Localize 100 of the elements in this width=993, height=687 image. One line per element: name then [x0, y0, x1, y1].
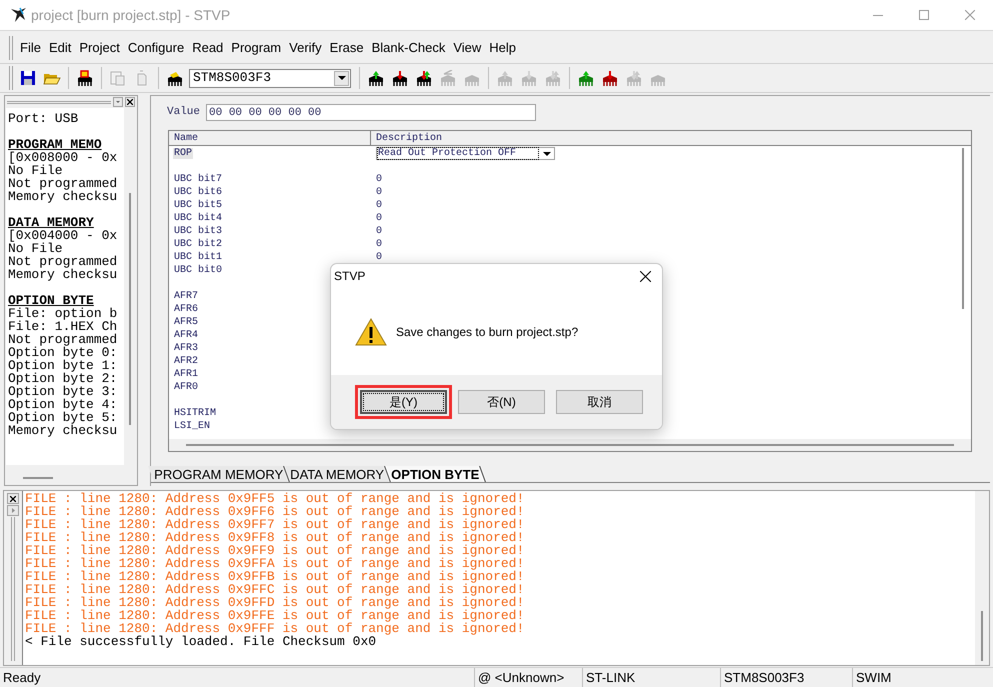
device-select-value: STM8S003F3 [192, 69, 272, 88]
option-name[interactable]: LSI_EN [173, 421, 212, 432]
maximize-icon [919, 10, 929, 20]
option-name[interactable]: UBC bit2 [173, 239, 224, 250]
chip-down-arrow-icon [391, 70, 409, 86]
scrollbar-thumb[interactable] [981, 611, 983, 661]
option-name[interactable]: ROP [173, 148, 194, 159]
log-line: FILE : line 1280: Address 0x9FFC is out of range and is ignored! [25, 583, 526, 596]
status-field: SWIM [852, 668, 993, 687]
clipboard-icon [110, 70, 126, 86]
log-line: FILE : line 1280: Address 0x9FF8 is out of range and is ignored! [25, 531, 526, 544]
dialog-button[interactable]: 取消 [556, 390, 643, 414]
dialog-button[interactable]: 否(N) [458, 390, 545, 414]
device-select[interactable]: STM8S003F3 [189, 68, 351, 88]
status-field: @ <Unknown> [474, 668, 582, 687]
info-line: Not programmed [8, 255, 118, 268]
option-name[interactable]: AFR5 [173, 317, 200, 328]
option-name[interactable]: AFR1 [173, 369, 200, 380]
chip-arrows-icon [415, 70, 433, 86]
chip-up-arrow-icon [367, 70, 385, 86]
option-name[interactable]: UBC bit4 [173, 213, 224, 224]
memory-tab[interactable]: OPTION BYTE [385, 466, 486, 482]
log-line: FILE : line 1280: Address 0x9FF9 is out of range and is ignored! [25, 544, 526, 557]
menu-item[interactable]: Read [188, 39, 228, 57]
scrollbar-thumb[interactable] [129, 193, 131, 425]
dialog-close-button[interactable] [638, 269, 652, 283]
memory-tab[interactable]: PROGRAM MEMORY [148, 466, 290, 482]
option-name[interactable]: AFR3 [173, 343, 200, 354]
status-field: STM8S003F3 [720, 668, 852, 687]
status-field: Ready [0, 668, 474, 687]
info-line: File: option b [8, 307, 118, 320]
close-icon [640, 270, 650, 282]
option-name[interactable]: AFR2 [173, 356, 200, 367]
menu-item[interactable]: Edit [44, 39, 76, 57]
chip-arrows-icon [544, 70, 562, 86]
chip-arrows-icon [625, 70, 643, 86]
info-line: Not programmed [8, 177, 118, 190]
dialog-button[interactable]: 是(Y) [360, 390, 447, 414]
close-icon [965, 10, 975, 20]
warning-icon [355, 318, 387, 346]
option-name[interactable]: UBC bit6 [173, 187, 224, 198]
option-name[interactable]: AFR7 [173, 291, 200, 302]
option-name[interactable]: AFR4 [173, 330, 200, 341]
option-name[interactable]: UBC bit0 [173, 265, 224, 276]
column-header[interactable]: Name [169, 131, 371, 145]
menu-item[interactable]: Project [75, 39, 124, 57]
menu-item[interactable]: Program [227, 39, 286, 57]
menu-item[interactable]: View [449, 39, 486, 57]
app-logo-icon [9, 6, 27, 24]
menu-item[interactable]: Help [485, 39, 520, 57]
section-heading: DATA MEMORY [8, 216, 95, 229]
section-heading: OPTION BYTE [8, 294, 94, 307]
info-line: Port: USB [8, 112, 80, 125]
option-value: 0 [376, 238, 382, 251]
chip-down-arrow-icon [520, 70, 538, 86]
chip-up-arrow-icon [577, 70, 595, 86]
option-name[interactable]: AFR6 [173, 304, 200, 315]
info-line: File: 1.HEX Ch [8, 320, 118, 333]
scrollbar-thumb[interactable] [962, 148, 964, 309]
right-arrow-icon [12, 508, 14, 513]
menu-item[interactable]: Blank-Check [368, 39, 450, 57]
close-icon [10, 496, 16, 502]
menu-item[interactable]: Configure [124, 39, 188, 57]
option-name[interactable]: AFR0 [173, 382, 200, 393]
log-close-button[interactable] [7, 493, 19, 504]
info-line: Option byte 2: [8, 372, 118, 385]
chip-icon [439, 70, 457, 86]
log-line: FILE : line 1280: Address 0x9FFF is out of range and is ignored! [25, 622, 526, 635]
window-title: project [burn project.stp] - STVP [31, 6, 230, 25]
scrollbar-thumb[interactable] [186, 444, 954, 446]
option-value: 0 [376, 212, 382, 225]
close-icon [127, 99, 133, 105]
log-line: FILE : line 1280: Address 0x9FFB is out of range and is ignored! [25, 570, 526, 583]
option-name[interactable]: UBC bit1 [173, 252, 224, 263]
menu-item[interactable]: Verify [285, 39, 326, 57]
option-name[interactable]: HSITRIM [173, 408, 218, 419]
value-label: Value [167, 105, 200, 120]
info-line: Option byte 4: [8, 398, 118, 411]
section-heading: PROGRAM MEMO [8, 138, 103, 151]
log-line: FILE : line 1280: Address 0x9FF6 is out of range and is ignored! [25, 505, 526, 518]
document-icon [135, 70, 149, 86]
scrollbar-thumb[interactable] [23, 477, 53, 479]
log-line: FILE : line 1280: Address 0x9FFD is out of range and is ignored! [25, 596, 526, 609]
status-field: ST-LINK [582, 668, 720, 687]
info-line: No File [8, 164, 63, 177]
option-name[interactable]: UBC bit5 [173, 200, 224, 211]
option-name[interactable]: UBC bit3 [173, 226, 224, 237]
chip-down-arrow-icon [601, 70, 619, 86]
memory-tab[interactable]: DATA MEMORY [284, 466, 391, 482]
info-line: [0x008000 - 0x [8, 151, 118, 164]
menu-item[interactable]: Erase [326, 39, 368, 57]
dialog-title: STVP [334, 268, 366, 285]
minimize-icon [873, 14, 883, 16]
option-name[interactable]: UBC bit7 [173, 174, 224, 185]
column-header[interactable]: Description [371, 131, 971, 145]
menu-item[interactable]: File [16, 39, 45, 57]
value-field[interactable]: 00 00 00 00 00 00 [206, 104, 536, 121]
panel-close-button[interactable] [125, 97, 135, 107]
info-line: Not programmed [8, 333, 118, 346]
panel-minimize-button[interactable] [113, 97, 123, 107]
